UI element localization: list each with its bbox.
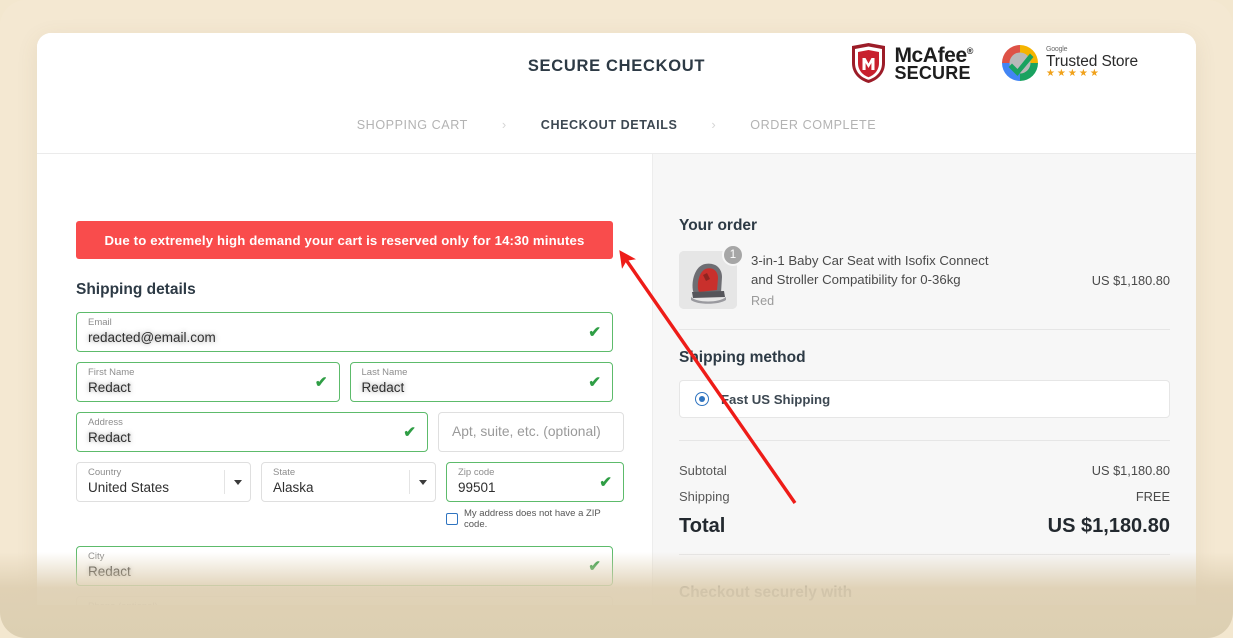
phone-field[interactable]: Phone (optional) 555 555 555 xyxy=(76,596,613,605)
product-thumbnail-wrap: 1 xyxy=(679,244,744,309)
order-line-item: 1 3-in-1 Baby Car Seat with Isofix Conne… xyxy=(679,244,1170,309)
first-name-value: Redact xyxy=(88,380,131,395)
country-label: Country xyxy=(88,467,122,478)
last-name-field[interactable]: Last Name Redact ✔ xyxy=(349,362,613,402)
country-select[interactable]: Country United States xyxy=(76,462,251,502)
last-name-label: Last Name xyxy=(361,367,408,378)
form-row-email: Email redacted@email.com ✔ xyxy=(76,312,613,352)
phone-label: Phone (optional) xyxy=(88,601,158,605)
no-zip-label: My address does not have a ZIP code. xyxy=(464,508,601,530)
zip-group: Zip code 99501 ✔ My address does not hav… xyxy=(446,462,624,530)
form-row-city: City Redact ✔ xyxy=(76,546,613,586)
checkout-card: SECURE CHECKOUT McAfee® SECURE Google Tr… xyxy=(37,33,1196,605)
breadcrumb-separator-2: › xyxy=(711,117,717,132)
shipping-option-label: Fast US Shipping xyxy=(721,391,831,407)
shipping-option-fast-us[interactable]: Fast US Shipping xyxy=(679,380,1170,418)
chevron-down-icon[interactable] xyxy=(224,470,250,494)
grand-total-label: Total xyxy=(679,515,726,537)
breadcrumb-step-checkout-details[interactable]: CHECKOUT DETAILS xyxy=(541,118,678,132)
shipping-cost-value: FREE xyxy=(1135,489,1170,504)
chevron-down-icon[interactable] xyxy=(409,470,435,494)
breadcrumb: SHOPPING CART › CHECKOUT DETAILS › ORDER… xyxy=(37,117,1196,132)
country-value: United States xyxy=(88,480,170,495)
order-summary-column: Your order 1 3-in-1 Baby Car Seat with I… xyxy=(652,154,1196,605)
city-field[interactable]: City Redact ✔ xyxy=(76,546,613,586)
trusted-store-label: Google Trusted Store ★★★★★ xyxy=(1046,46,1138,79)
first-name-field[interactable]: First Name Redact ✔ xyxy=(76,362,340,402)
form-row-name: First Name Redact ✔ Last Name Redact ✔ xyxy=(76,362,613,402)
page-background: SECURE CHECKOUT McAfee® SECURE Google Tr… xyxy=(0,0,1233,638)
divider-before-payment xyxy=(679,554,1170,555)
total-row-shipping: Shipping FREE xyxy=(679,489,1170,504)
shipping-details-column: Due to extremely high demand your cart i… xyxy=(37,154,652,605)
subtotal-value: US $1,180.80 xyxy=(1091,463,1170,478)
product-name: 3-in-1 Baby Car Seat with Isofix Connect… xyxy=(751,253,989,287)
form-row-address: Address Redact ✔ Apt, suite, etc. (optio… xyxy=(76,412,624,452)
product-quantity-badge: 1 xyxy=(722,244,744,266)
product-variant: Red xyxy=(751,294,775,309)
last-name-valid-check-icon: ✔ xyxy=(588,374,601,391)
mcafee-registered-mark: ® xyxy=(966,45,974,56)
order-totals: Subtotal US $1,180.80 Shipping FREE Tota… xyxy=(679,463,1170,538)
google-trusted-store-badge: Google Trusted Store ★★★★★ xyxy=(999,42,1138,84)
apt-field[interactable]: Apt, suite, etc. (optional) xyxy=(438,412,624,452)
card-header: SECURE CHECKOUT McAfee® SECURE Google Tr… xyxy=(37,33,1196,154)
shipping-cost-label: Shipping xyxy=(679,489,730,504)
apt-placeholder: Apt, suite, etc. (optional) xyxy=(452,424,601,439)
total-row-grand: Total US $1,180.80 xyxy=(679,515,1170,538)
first-name-label: First Name xyxy=(88,367,135,378)
address-field[interactable]: Address Redact ✔ xyxy=(76,412,428,452)
form-row-phone: Phone (optional) 555 555 555 xyxy=(76,596,613,605)
breadcrumb-separator-1: › xyxy=(501,117,507,132)
no-zip-checkbox-row[interactable]: My address does not have a ZIP code. xyxy=(446,508,624,530)
form-row-location: Country United States State Alaska Zip c… xyxy=(76,462,624,530)
total-row-subtotal: Subtotal US $1,180.80 xyxy=(679,463,1170,478)
address-valid-check-icon: ✔ xyxy=(403,424,416,441)
shipping-method-heading: Shipping method xyxy=(679,349,806,366)
state-label: State xyxy=(273,467,296,478)
mcafee-secure-badge: McAfee® SECURE xyxy=(850,42,973,84)
zip-value: 99501 xyxy=(458,480,496,495)
state-value: Alaska xyxy=(273,480,314,495)
city-label: City xyxy=(88,551,105,562)
zip-field[interactable]: Zip code 99501 ✔ xyxy=(446,462,624,502)
trust-badges: McAfee® SECURE Google Trusted Store ★★★★… xyxy=(850,42,1138,84)
city-valid-check-icon: ✔ xyxy=(588,558,601,575)
shipping-details-heading: Shipping details xyxy=(76,281,196,298)
address-label: Address xyxy=(88,417,123,428)
product-price: US $1,180.80 xyxy=(1091,273,1170,288)
zip-valid-check-icon: ✔ xyxy=(599,474,612,491)
email-valid-check-icon: ✔ xyxy=(588,324,601,341)
product-info: 3-in-1 Baby Car Seat with Isofix Connect… xyxy=(737,251,1092,308)
state-select[interactable]: State Alaska xyxy=(261,462,436,502)
checkout-body: Due to extremely high demand your cart i… xyxy=(37,154,1196,605)
mcafee-line2: SECURE xyxy=(894,62,971,83)
trusted-store-checkmark-icon xyxy=(1001,45,1038,81)
mcafee-label: McAfee® SECURE xyxy=(894,45,973,82)
breadcrumb-step-shopping-cart[interactable]: SHOPPING CART xyxy=(357,118,468,132)
grand-total-value: US $1,180.80 xyxy=(1047,515,1170,537)
your-order-heading: Your order xyxy=(679,217,758,234)
breadcrumb-step-order-complete[interactable]: ORDER COMPLETE xyxy=(750,118,876,132)
cart-reservation-banner: Due to extremely high demand your cart i… xyxy=(76,221,613,259)
mcafee-shield-icon xyxy=(852,43,886,83)
divider-after-shipping xyxy=(679,440,1170,441)
last-name-value: Redact xyxy=(361,380,405,395)
checkout-securely-heading: Checkout securely with xyxy=(679,584,853,601)
subtotal-label: Subtotal xyxy=(679,463,727,478)
email-field[interactable]: Email redacted@email.com ✔ xyxy=(76,312,613,352)
city-value: Redact xyxy=(88,564,131,579)
zip-label: Zip code xyxy=(458,467,495,478)
first-name-valid-check-icon: ✔ xyxy=(314,374,328,391)
email-label: Email xyxy=(88,317,112,328)
email-value: redacted@email.com xyxy=(88,330,216,345)
shipping-option-radio[interactable] xyxy=(695,392,709,406)
shipping-form: Email redacted@email.com ✔ First Name Re… xyxy=(76,312,624,605)
address-value: Redact xyxy=(88,430,131,445)
no-zip-checkbox[interactable] xyxy=(446,513,458,525)
trusted-store-stars: ★★★★★ xyxy=(1045,68,1101,80)
divider-after-items xyxy=(679,329,1170,330)
